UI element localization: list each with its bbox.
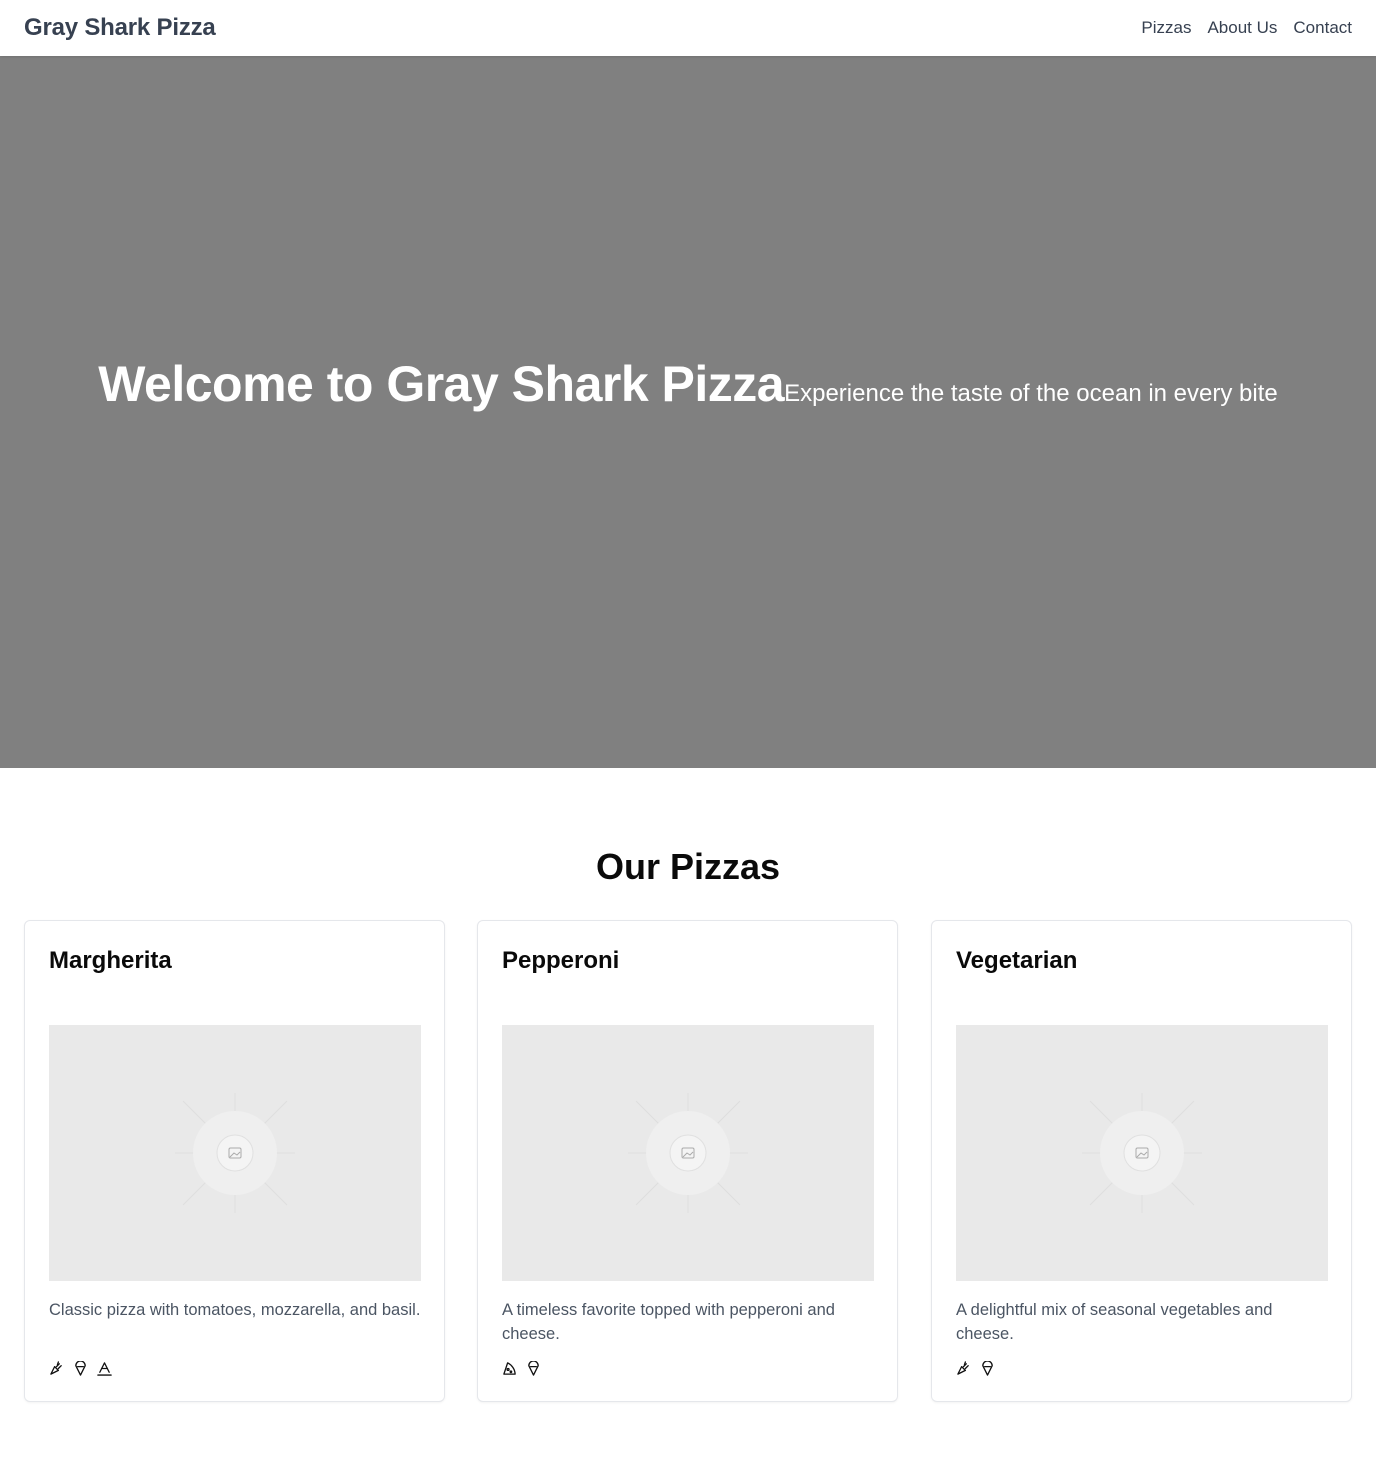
nav-links: Pizzas About Us Contact <box>1141 18 1352 38</box>
pizza-slice-icon <box>502 1361 517 1376</box>
card-description: A timeless favorite topped with pepperon… <box>502 1301 835 1343</box>
pizza-card-vegetarian[interactable]: Vegetarian A delightful mix of seasonal … <box>931 920 1352 1402</box>
vegan-icon <box>73 1361 88 1376</box>
carrot-icon <box>956 1361 971 1376</box>
nav-link-pizzas[interactable]: Pizzas <box>1141 18 1191 38</box>
hero-banner: Welcome to Gray Shark Pizza Experience t… <box>0 56 1376 768</box>
hero-title: Welcome to Gray Shark Pizza <box>98 356 785 412</box>
vegan-icon <box>980 1361 995 1376</box>
carrot-icon <box>49 1361 64 1376</box>
wheat-icon <box>97 1361 112 1376</box>
card-title: Pepperoni <box>502 947 620 974</box>
image-placeholder-icon <box>175 1093 295 1213</box>
nav-link-contact[interactable]: Contact <box>1293 18 1352 38</box>
top-navbar: Gray Shark Pizza Pizzas About Us Contact <box>0 0 1376 56</box>
nav-link-about-us[interactable]: About Us <box>1207 18 1277 38</box>
hero-content: Welcome to Gray Shark Pizza Experience t… <box>98 355 1277 413</box>
pizza-image-placeholder <box>49 1025 421 1281</box>
pizza-card-pepperoni[interactable]: Pepperoni A timeless favorite topped wit… <box>477 920 898 1402</box>
card-tags <box>956 1361 995 1376</box>
card-tags <box>502 1361 541 1376</box>
card-description: A delightful mix of seasonal vegetables … <box>956 1301 1273 1343</box>
pizza-image-placeholder <box>956 1025 1328 1281</box>
pizza-image-placeholder <box>502 1025 874 1281</box>
card-title: Vegetarian <box>956 947 1078 974</box>
vegan-icon <box>526 1361 541 1376</box>
card-tags <box>49 1361 112 1376</box>
card-title: Margherita <box>49 947 172 974</box>
brand-logo[interactable]: Gray Shark Pizza <box>24 14 216 42</box>
section-title: Our Pizzas <box>595 846 781 887</box>
hero-subtitle: Experience the taste of the ocean in eve… <box>784 380 1278 407</box>
pizza-card-margherita[interactable]: Margherita Classic pizza with tomatoes, … <box>24 920 445 1402</box>
image-placeholder-icon <box>1082 1093 1202 1213</box>
image-placeholder-icon <box>628 1093 748 1213</box>
card-description: Classic pizza with tomatoes, mozzarella,… <box>49 1301 421 1319</box>
